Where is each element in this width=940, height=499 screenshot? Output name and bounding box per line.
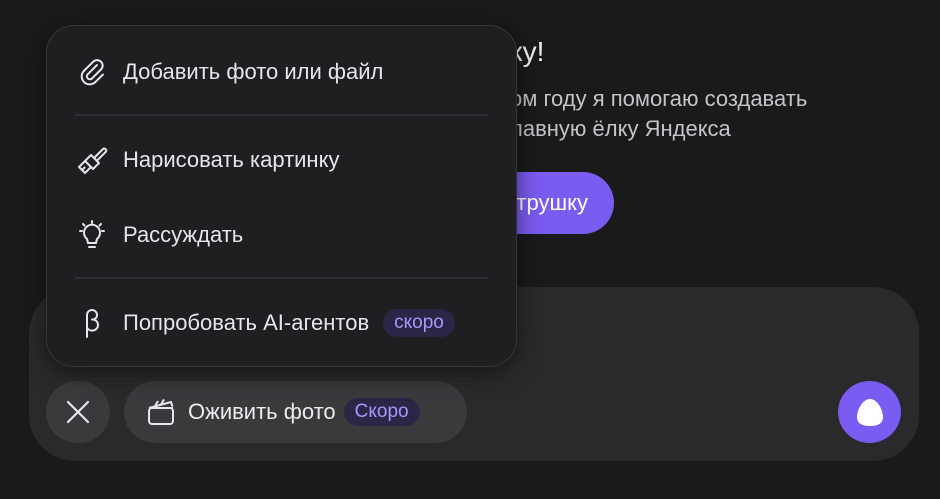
close-icon [65, 399, 91, 425]
brush-icon [75, 143, 109, 177]
beta-icon [75, 306, 109, 340]
greeting-action-label: трушку [516, 190, 588, 215]
clapperboard-icon [146, 397, 176, 427]
paperclip-icon [75, 55, 109, 89]
greeting-text-line-1: ом году я помогаю создавать [510, 86, 808, 111]
soon-badge: Скоро [343, 398, 420, 426]
menu-item-add-file[interactable]: Добавить фото или файл [75, 50, 488, 94]
alice-icon [853, 395, 887, 429]
menu-divider [75, 114, 488, 116]
close-menu-button[interactable] [46, 381, 110, 443]
menu-item-ai-agents[interactable]: Попробовать AI-агентов скоро [75, 301, 488, 345]
menu-divider [75, 277, 488, 279]
animate-photo-label: Оживить фото [188, 399, 336, 424]
greeting-text-line-2: лавную ёлку Яндекса [510, 116, 731, 141]
menu-item-reasoning[interactable]: Рассуждать [75, 213, 488, 257]
menu-item-draw-picture[interactable]: Нарисовать картинку [75, 138, 488, 182]
menu-item-label: Нарисовать картинку [123, 147, 340, 172]
soon-badge: скоро [383, 309, 455, 337]
animate-photo-button[interactable]: Оживить фото Скоро [124, 381, 467, 443]
attach-menu: Добавить фото или файл Нарисовать картин… [46, 25, 517, 367]
alice-voice-button[interactable] [838, 381, 901, 443]
menu-item-label: Попробовать AI-агентов [123, 310, 370, 335]
menu-item-label: Рассуждать [123, 222, 244, 247]
menu-item-label: Добавить фото или файл [123, 59, 384, 84]
lightbulb-icon [75, 218, 109, 252]
